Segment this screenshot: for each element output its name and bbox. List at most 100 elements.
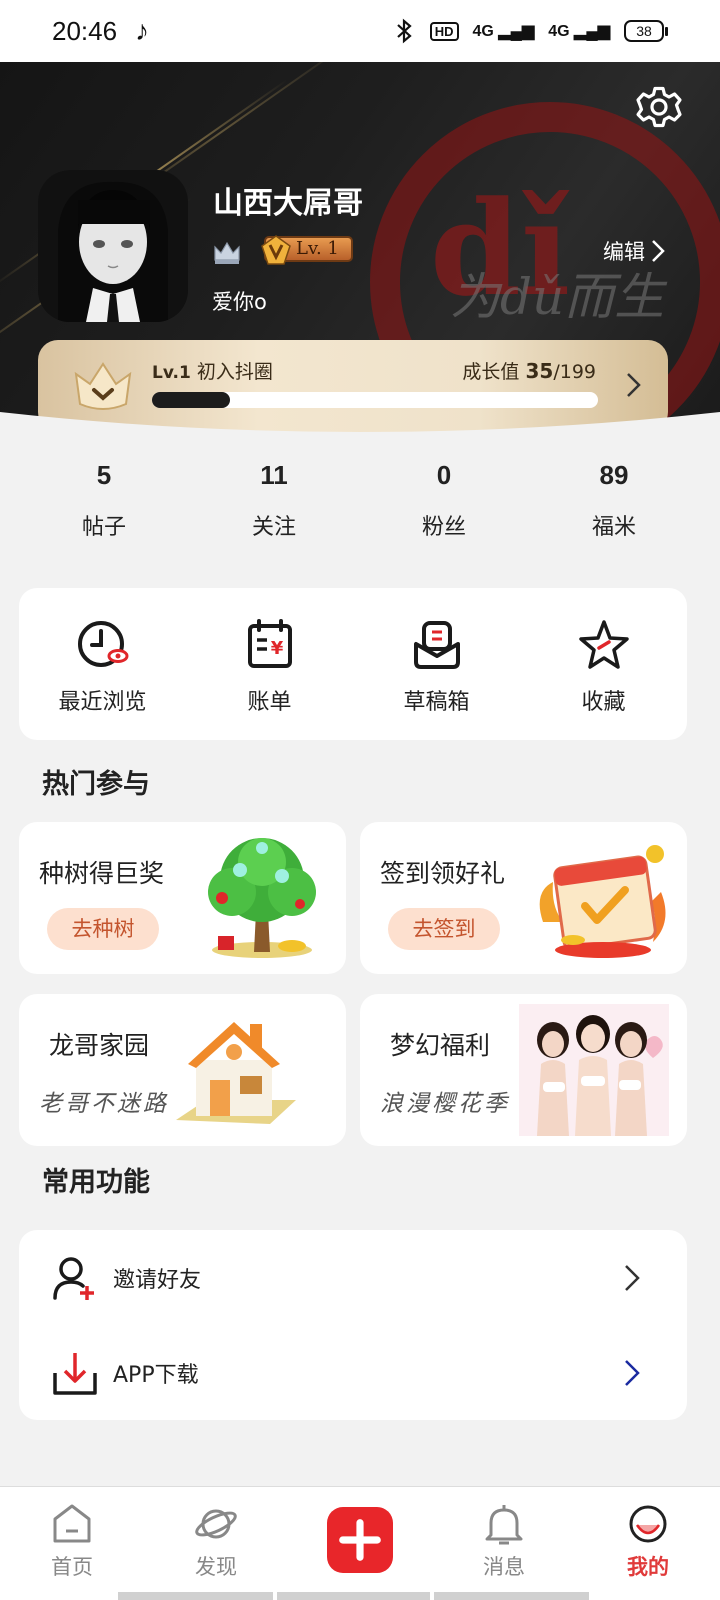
gesture-bar bbox=[118, 1592, 273, 1600]
bluetooth-icon bbox=[397, 18, 412, 44]
stat-value: 5 bbox=[96, 460, 112, 490]
network-label-2: 4G bbox=[548, 23, 570, 40]
recent-views-button[interactable]: 最近浏览 bbox=[19, 588, 186, 740]
stat-label: 关注 bbox=[251, 515, 296, 540]
quick-action-label: 最近浏览 bbox=[58, 690, 147, 715]
tab-messages[interactable]: 消息 bbox=[432, 1487, 576, 1600]
tab-label: 消息 bbox=[483, 1555, 525, 1579]
crown-badge-icon bbox=[214, 241, 240, 264]
stat-label: 帖子 bbox=[81, 515, 126, 540]
check-in-button[interactable]: 去签到 bbox=[388, 908, 500, 950]
v-badge-icon bbox=[261, 235, 291, 265]
growth-value-current: 35 bbox=[525, 359, 554, 383]
planet-icon bbox=[195, 1509, 237, 1539]
check-in-card[interactable]: 签到领好礼 去签到 bbox=[360, 822, 687, 974]
gesture-bar bbox=[434, 1592, 589, 1600]
quick-action-label: 收藏 bbox=[581, 690, 626, 715]
status-time: 20:46 bbox=[52, 15, 118, 46]
username: 山西大屌哥 bbox=[213, 186, 363, 221]
profile-stats: 5 帖子 11 关注 0 粉丝 89 福米 bbox=[0, 460, 720, 560]
user-bio: 爱你o bbox=[212, 290, 267, 314]
network-label: 4G bbox=[472, 23, 494, 40]
stat-label: 福米 bbox=[591, 515, 636, 540]
bill-icon: ¥ bbox=[247, 619, 292, 668]
header-curve bbox=[0, 412, 720, 452]
quick-action-label: 草稿箱 bbox=[403, 690, 470, 715]
avatar[interactable] bbox=[38, 170, 188, 322]
promo-subtitle: 浪漫樱花季 bbox=[380, 1091, 510, 1117]
tab-label: 首页 bbox=[51, 1555, 93, 1579]
stat-value: 11 bbox=[260, 460, 288, 490]
level-badge-text: Lv. 1 bbox=[296, 238, 339, 259]
growth-value-label: 成长值 bbox=[462, 361, 520, 383]
star-icon bbox=[578, 620, 629, 669]
tab-label: 发现 bbox=[195, 1555, 237, 1579]
plus-icon[interactable] bbox=[327, 1507, 393, 1573]
promo-subtitle: 老哥不迷路 bbox=[39, 1091, 169, 1117]
draft-box-icon bbox=[413, 621, 460, 669]
quick-actions-card: 最近浏览 ¥ 账单 草稿箱 收藏 bbox=[19, 588, 687, 740]
row-label: APP下载 bbox=[113, 1362, 199, 1388]
tab-publish[interactable] bbox=[288, 1487, 432, 1600]
chevron-right-icon bbox=[625, 1359, 640, 1386]
draft-box-button[interactable]: 草稿箱 bbox=[353, 588, 520, 740]
bell-icon bbox=[485, 1505, 523, 1545]
growth-progress-bar bbox=[152, 392, 598, 408]
settings-gear-icon[interactable] bbox=[634, 82, 684, 132]
promo-title: 龙哥家园 bbox=[49, 1031, 150, 1060]
stat-value: 89 bbox=[599, 460, 629, 490]
hd-indicator: HD bbox=[429, 21, 459, 41]
bill-button[interactable]: ¥ 账单 bbox=[186, 588, 353, 740]
battery-icon: 38 bbox=[624, 20, 668, 42]
growth-value: 成长值 35/199 bbox=[462, 357, 596, 384]
plant-tree-button[interactable]: 去种树 bbox=[47, 908, 159, 950]
common-functions-card: 邀请好友 APP下载 bbox=[19, 1230, 687, 1420]
common-section-title: 常用功能 bbox=[42, 1167, 150, 1198]
home-icon bbox=[53, 1504, 91, 1543]
promo-title: 梦幻福利 bbox=[390, 1031, 491, 1060]
signal-icon: 4G ▂▄▆ bbox=[472, 23, 535, 40]
growth-level-code: Lv.1 bbox=[152, 363, 191, 383]
stat-followers[interactable]: 0 粉丝 bbox=[359, 460, 529, 560]
download-icon bbox=[53, 1352, 97, 1395]
svg-text:¥: ¥ bbox=[270, 638, 283, 659]
stat-value: 0 bbox=[436, 460, 452, 490]
tab-profile[interactable]: 我的 bbox=[576, 1487, 720, 1600]
growth-value-total: /199 bbox=[553, 361, 596, 383]
row-label: 邀请好友 bbox=[113, 1267, 202, 1293]
stat-fumi[interactable]: 89 福米 bbox=[529, 460, 699, 560]
hot-section-title: 热门参与 bbox=[42, 769, 150, 800]
stat-label: 粉丝 bbox=[421, 515, 466, 540]
stat-posts[interactable]: 5 帖子 bbox=[19, 460, 189, 560]
favorites-button[interactable]: 收藏 bbox=[520, 588, 687, 740]
edit-profile-button[interactable]: 编辑 bbox=[603, 236, 665, 266]
plant-tree-card[interactable]: 种树得巨奖 去种树 bbox=[19, 822, 346, 974]
quick-action-label: 账单 bbox=[247, 690, 292, 715]
dream-welfare-card[interactable]: 梦幻福利 浪漫樱花季 bbox=[360, 994, 687, 1146]
brand-watermark-script: 为dǔ而生 bbox=[450, 268, 665, 326]
signal-icon-2: 4G ▂▄▆ bbox=[548, 23, 610, 40]
chevron-right-icon bbox=[625, 1264, 640, 1291]
gesture-bar bbox=[277, 1592, 430, 1600]
app-download-row[interactable]: APP下载 bbox=[19, 1325, 687, 1420]
promo-title: 签到领好礼 bbox=[380, 859, 506, 888]
profile-face-icon bbox=[629, 1505, 667, 1543]
tab-home[interactable]: 首页 bbox=[0, 1487, 144, 1600]
status-bar: 20:46 ♪ HD 4G ▂▄▆ 4G ▂▄▆ 38 bbox=[0, 0, 720, 62]
invite-friends-row[interactable]: 邀请好友 bbox=[19, 1230, 687, 1325]
bottom-tab-bar: 首页 发现 消息 我的 bbox=[0, 1486, 720, 1600]
profile-header: dǐ 为dǔ而生 山西大屌哥 Lv. 1 爱你o 编辑 Lv.1 初入抖圈 成长… bbox=[0, 62, 720, 442]
growth-level: Lv.1 初入抖圈 bbox=[152, 357, 273, 384]
edit-label: 编辑 bbox=[603, 240, 645, 264]
growth-level-name: 初入抖圈 bbox=[196, 361, 273, 383]
house-illustration bbox=[176, 1022, 296, 1124]
level-crown-icon bbox=[74, 362, 132, 410]
tab-discover[interactable]: 发现 bbox=[144, 1487, 288, 1600]
stat-following[interactable]: 11 关注 bbox=[189, 460, 359, 560]
level-badge: Lv. 1 bbox=[261, 235, 353, 265]
battery-level: 38 bbox=[624, 20, 664, 42]
music-note-icon: ♪ bbox=[135, 15, 150, 46]
add-user-icon bbox=[53, 1256, 94, 1300]
longge-home-card[interactable]: 龙哥家园 老哥不迷路 bbox=[19, 994, 346, 1146]
tree-illustration bbox=[208, 838, 316, 958]
